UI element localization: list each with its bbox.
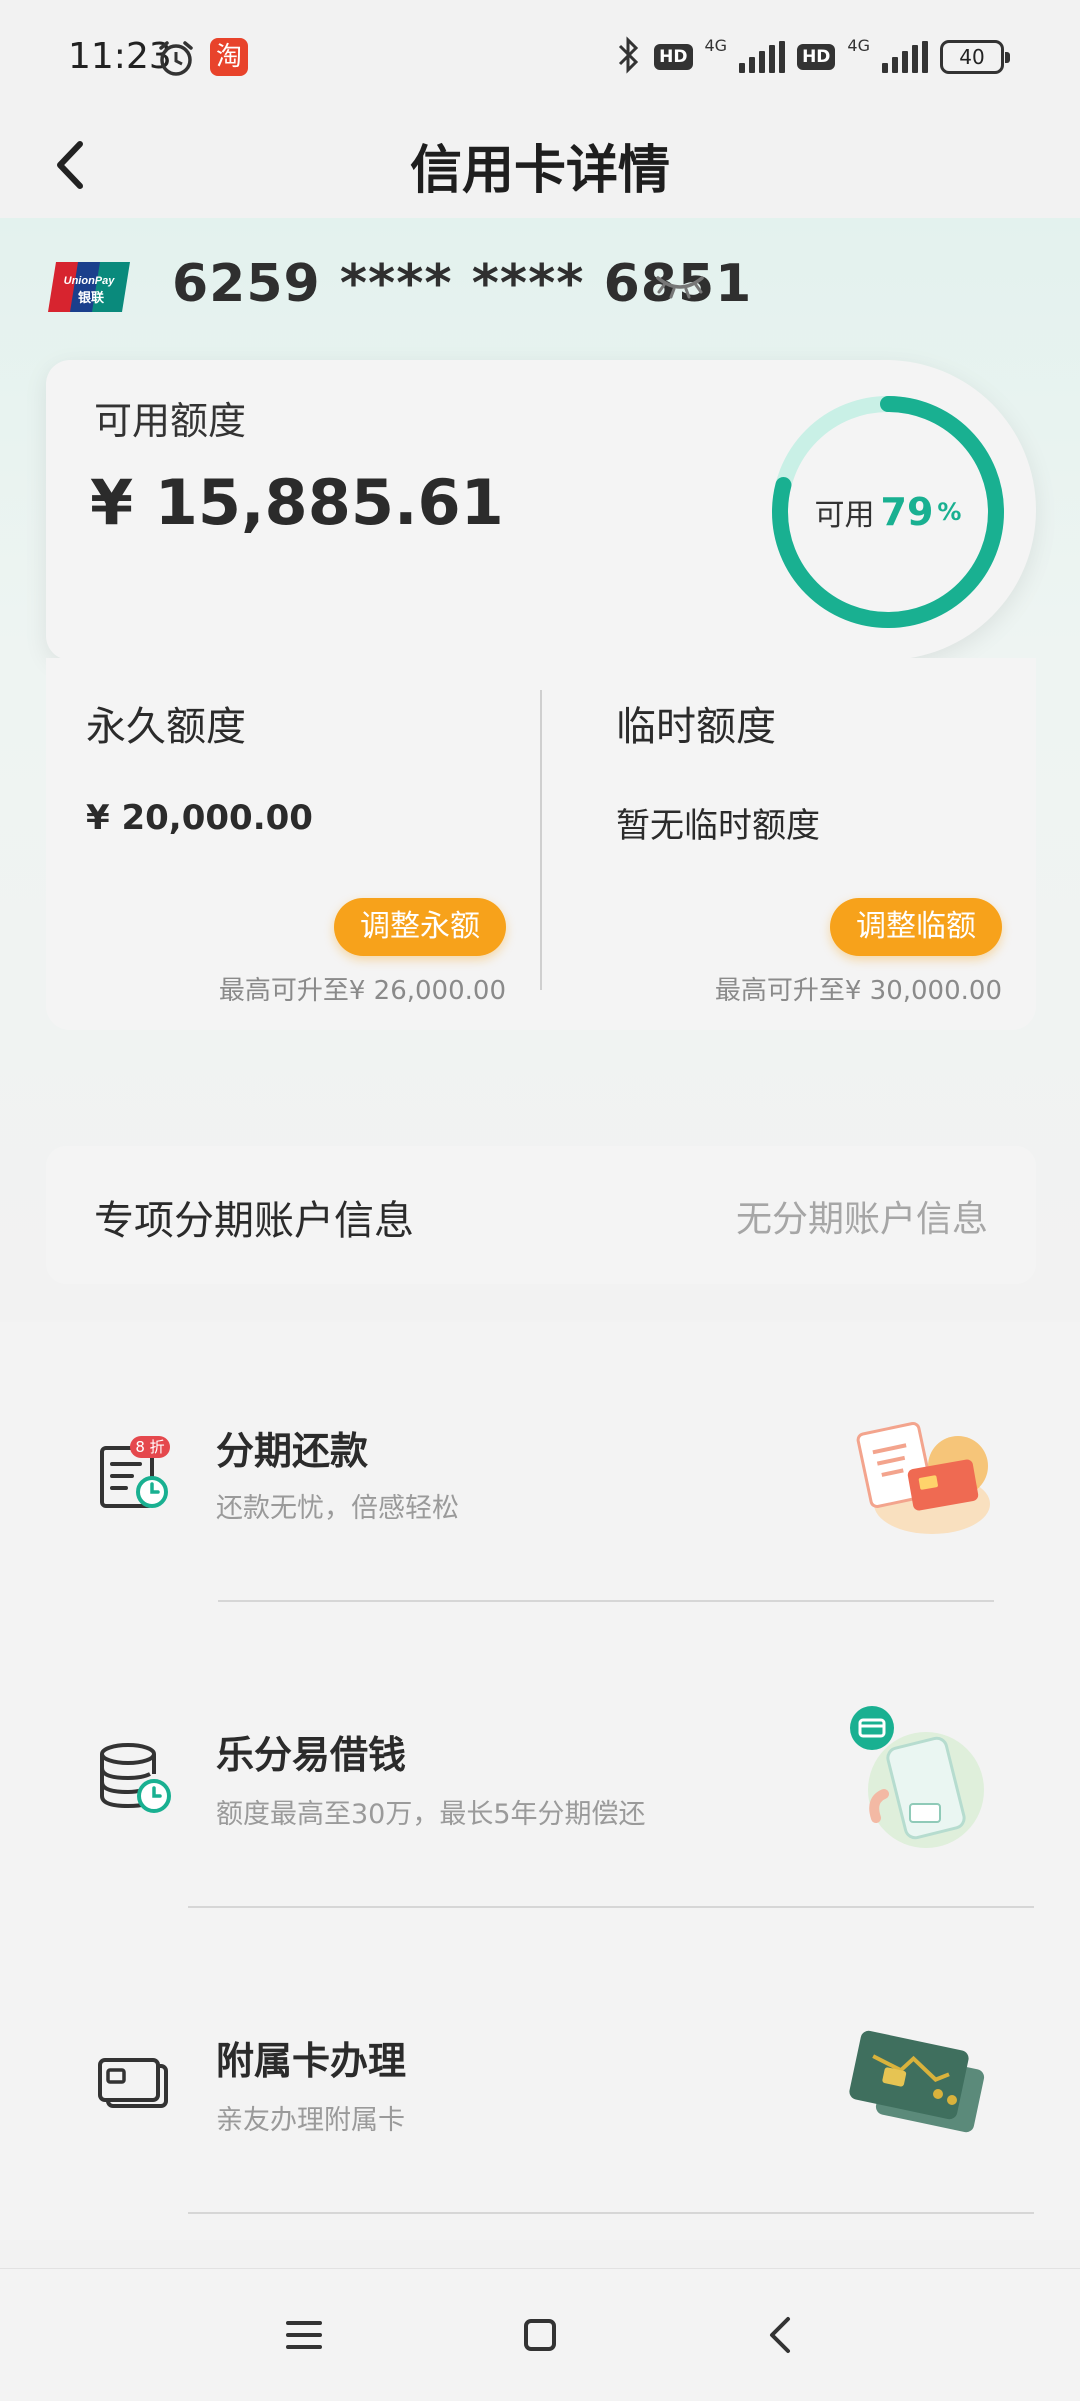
unionpay-logo-text: UnionPay	[64, 275, 116, 287]
system-nav-bar	[0, 2268, 1080, 2401]
network-type-1: 4G	[704, 35, 728, 55]
ring-percent: 79	[880, 490, 934, 534]
hd-badge-2: HD	[797, 44, 836, 70]
status-bar: 11:23 淘 HD 4G HD 4G 40	[0, 0, 1080, 110]
adjust-temporary-button[interactable]: 调整临额	[830, 898, 1002, 956]
menu-icon[interactable]	[274, 2305, 334, 2365]
adjust-permanent-button[interactable]: 调整永额	[334, 898, 506, 956]
temporary-limit-title: 临时额度	[616, 704, 776, 750]
nav-back-icon[interactable]	[752, 2305, 812, 2365]
discount-badge: 8 折	[135, 1438, 164, 1456]
permanent-max-label: 最高可升至¥ 26,000.00	[218, 976, 506, 1006]
page-title: 信用卡详情	[409, 141, 670, 201]
signal-icon-2	[882, 41, 928, 73]
service-title: 乐分易借钱	[216, 1733, 407, 1777]
card-illustration-icon	[840, 2014, 1000, 2154]
permanent-limit-value: ¥ 20,000.00	[86, 798, 313, 838]
available-credit-card: 可用额度 ¥ 15,885.61 可用 79 %	[46, 360, 1036, 660]
signal-icon-1	[739, 41, 786, 73]
unionpay-logo-cn: 银联	[78, 290, 104, 306]
service-subtitle: 亲友办理附属卡	[216, 2105, 405, 2136]
service-title: 附属卡办理	[216, 2039, 407, 2083]
permanent-limit-title: 永久额度	[86, 704, 246, 750]
installment-bill-icon: 8 折	[96, 1434, 176, 1514]
card-region: UnionPay 银联 6259 **** **** 6851 可用额度 ¥ 1…	[0, 218, 1080, 1318]
temporary-limit-section: 临时额度 暂无临时额度 调整临额 最高可升至¥ 30,000.00	[542, 658, 1036, 1030]
available-credit-label: 可用额度	[94, 399, 247, 443]
header: 信用卡详情	[0, 110, 1080, 220]
permanent-limit-section: 永久额度 ¥ 20,000.00 调整永额 最高可升至¥ 26,000.00	[46, 658, 540, 1030]
alarm-icon	[156, 38, 196, 82]
loan-illustration-icon	[840, 1704, 1000, 1848]
service-divider	[188, 1906, 1034, 1908]
ring-percent-unit: %	[937, 498, 962, 526]
service-lefenyi-loan[interactable]: 乐分易借钱 额度最高至30万，最长5年分期偿还	[0, 1628, 1080, 1934]
battery-icon: 40	[940, 40, 1010, 74]
limit-card: 永久额度 ¥ 20,000.00 调整永额 最高可升至¥ 26,000.00 临…	[46, 658, 1036, 1030]
ring-label: 可用	[814, 498, 875, 533]
bluetooth-icon	[616, 36, 642, 78]
available-credit-amount: ¥ 15,885.61	[90, 466, 504, 539]
temporary-limit-value: 暂无临时额度	[616, 806, 820, 846]
eye-closed-icon[interactable]	[654, 272, 706, 306]
service-installment-repay[interactable]: 8 折 分期还款 还款无忧，倍感轻松	[0, 1322, 1080, 1628]
network-type-2: 4G	[847, 35, 870, 55]
status-indicators: HD 4G HD 4G 40	[616, 35, 1010, 78]
installment-illustration-icon	[840, 1408, 1000, 1548]
service-divider	[188, 2212, 1034, 2214]
hd-badge-1: HD	[654, 44, 693, 70]
service-divider	[218, 1600, 994, 1602]
coin-stack-clock-icon	[96, 1738, 176, 1818]
service-subtitle: 额度最高至30万，最长5年分期偿还	[216, 1799, 646, 1830]
service-supplementary-card[interactable]: 附属卡办理 亲友办理附属卡	[0, 1934, 1080, 2240]
service-title: 分期还款	[216, 1429, 369, 1473]
cards-icon	[96, 2046, 176, 2126]
special-installment-title: 专项分期账户信息	[94, 1198, 414, 1244]
taobao-app-icon: 淘	[210, 38, 248, 76]
service-subtitle: 还款无忧，倍感轻松	[216, 1493, 459, 1524]
temporary-max-label: 最高可升至¥ 30,000.00	[714, 976, 1002, 1006]
unionpay-logo: UnionPay 银联	[46, 258, 132, 316]
home-icon[interactable]	[510, 2305, 570, 2365]
services-list: 8 折 分期还款 还款无忧，倍感轻松 乐分易借钱 额度最高至30万，最长5年分期…	[0, 1322, 1080, 2240]
ring-text: 可用 79 %	[766, 390, 1010, 634]
special-installment-row[interactable]: 专项分期账户信息 无分期账户信息	[46, 1146, 1036, 1284]
special-installment-value: 无分期账户信息	[735, 1199, 988, 1240]
